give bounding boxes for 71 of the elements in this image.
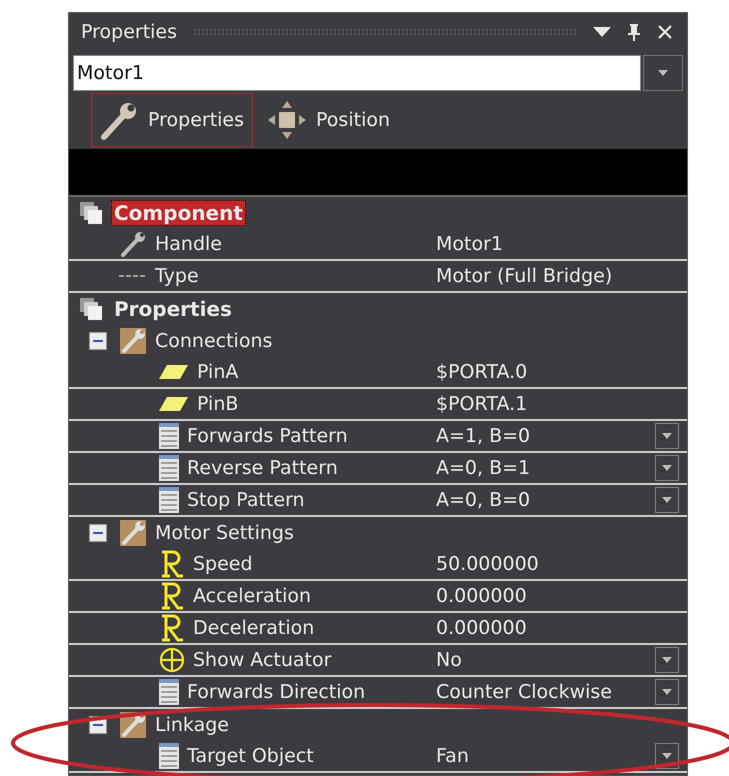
group-label[interactable]: Linkage xyxy=(155,714,229,736)
property-label: Handle xyxy=(155,233,222,255)
property-value[interactable]: A=0, B=0 xyxy=(436,489,530,511)
collapse-toggle[interactable] xyxy=(89,332,107,350)
caret-icon xyxy=(662,465,672,471)
caret-icon xyxy=(658,70,668,76)
wrench-box-icon xyxy=(119,519,147,547)
collapse-toggle[interactable] xyxy=(89,524,107,542)
list-icon xyxy=(159,423,179,449)
property-label: Forwards Pattern xyxy=(187,425,348,447)
tab[interactable]: Properties xyxy=(91,93,254,147)
move-arrows-icon xyxy=(266,99,308,141)
property-value[interactable]: $PORTA.1 xyxy=(436,393,528,415)
property-label: Deceleration xyxy=(193,617,314,639)
category-label[interactable]: Properties xyxy=(111,296,235,322)
property-label: Reverse Pattern xyxy=(187,457,338,479)
category-label[interactable]: Component xyxy=(111,200,246,226)
pages-icon xyxy=(79,201,103,225)
caret-icon xyxy=(662,689,672,695)
dropdown-arrow-icon[interactable] xyxy=(593,27,611,37)
property-value[interactable]: Motor (Full Bridge) xyxy=(436,265,612,287)
panel-title: Properties xyxy=(81,21,178,43)
value-dropdown-button[interactable] xyxy=(655,487,679,513)
property-value[interactable]: 0.000000 xyxy=(436,617,527,639)
property-value[interactable]: Fan xyxy=(436,745,469,767)
property-label: Target Object xyxy=(187,745,314,767)
parallelogram-icon xyxy=(159,364,189,380)
caret-icon xyxy=(662,753,672,759)
caret-icon xyxy=(662,497,672,503)
letter-r-icon xyxy=(159,582,185,610)
value-dropdown-button[interactable] xyxy=(655,647,679,673)
group-label[interactable]: Motor Settings xyxy=(155,522,294,544)
property-value[interactable]: Counter Clockwise xyxy=(436,681,612,703)
property-value[interactable]: $PORTA.0 xyxy=(436,361,528,383)
crosshair-icon xyxy=(159,647,185,673)
list-icon xyxy=(159,743,179,769)
property-label: Forwards Direction xyxy=(187,681,366,703)
parallelogram-icon xyxy=(159,396,189,412)
letter-r-icon xyxy=(159,614,185,642)
property-label: Acceleration xyxy=(193,585,312,607)
property-label: Speed xyxy=(193,553,253,575)
close-icon[interactable] xyxy=(657,24,673,40)
dash-icon xyxy=(119,274,147,278)
pin-icon[interactable] xyxy=(627,23,641,41)
tab[interactable]: Position xyxy=(259,93,400,147)
group-label[interactable]: Connections xyxy=(155,330,272,352)
letter-r-icon xyxy=(159,550,185,578)
property-label: Stop Pattern xyxy=(187,489,305,511)
caret-icon xyxy=(662,433,672,439)
property-value[interactable]: Motor1 xyxy=(436,233,503,255)
list-icon xyxy=(159,487,179,513)
object-field[interactable]: Motor1 xyxy=(73,55,641,91)
pages-icon xyxy=(79,297,103,321)
property-value[interactable]: 50.000000 xyxy=(436,553,539,575)
property-label: Type xyxy=(155,265,199,287)
value-dropdown-button[interactable] xyxy=(655,455,679,481)
list-icon xyxy=(159,679,179,705)
property-label: PinA xyxy=(197,361,238,383)
caret-icon xyxy=(662,657,672,663)
property-label: Show Actuator xyxy=(193,649,332,671)
value-dropdown-button[interactable] xyxy=(655,423,679,449)
wrench-box-icon xyxy=(119,327,147,355)
property-label: PinB xyxy=(197,393,238,415)
property-value[interactable]: No xyxy=(436,649,462,671)
list-icon xyxy=(159,455,179,481)
property-value[interactable]: A=0, B=1 xyxy=(436,457,530,479)
property-value[interactable]: 0.000000 xyxy=(436,585,527,607)
wrench-icon xyxy=(119,230,147,258)
property-value[interactable]: A=1, B=0 xyxy=(436,425,530,447)
object-dropdown-button[interactable] xyxy=(643,55,683,91)
value-dropdown-button[interactable] xyxy=(655,679,679,705)
